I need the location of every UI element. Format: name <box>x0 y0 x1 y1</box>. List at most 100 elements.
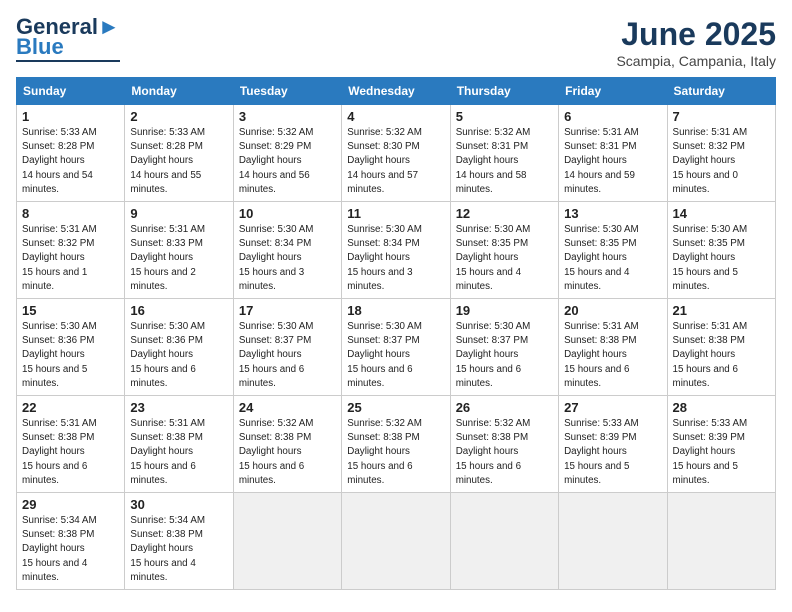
day-number: 4 <box>347 109 444 124</box>
title-block: June 2025 Scampia, Campania, Italy <box>616 16 776 69</box>
day-number: 2 <box>130 109 227 124</box>
day-number: 21 <box>673 303 770 318</box>
calendar-cell: 5 Sunrise: 5:32 AMSunset: 8:31 PMDaylight… <box>450 105 558 202</box>
calendar-header-thursday: Thursday <box>450 78 558 105</box>
calendar-cell <box>233 493 341 590</box>
day-info: Sunrise: 5:32 AMSunset: 8:38 PMDaylight … <box>347 417 444 488</box>
day-number: 29 <box>22 497 119 512</box>
logo-divider <box>16 60 120 62</box>
day-info: Sunrise: 5:30 AMSunset: 8:37 PMDaylight … <box>239 320 336 391</box>
day-info: Sunrise: 5:34 AMSunset: 8:38 PMDaylight … <box>22 514 119 585</box>
calendar-header-row: SundayMondayTuesdayWednesdayThursdayFrid… <box>17 78 776 105</box>
calendar-cell: 20 Sunrise: 5:31 AMSunset: 8:38 PMDayligh… <box>559 299 667 396</box>
calendar-cell: 12Sunrise: 5:30 AMSunset: 8:35 PMDayligh… <box>450 202 558 299</box>
calendar-cell: 19Sunrise: 5:30 AMSunset: 8:37 PMDayligh… <box>450 299 558 396</box>
calendar-cell: 6 Sunrise: 5:31 AMSunset: 8:31 PMDaylight… <box>559 105 667 202</box>
day-info: Sunrise: 5:32 AMSunset: 8:38 PMDaylight … <box>239 417 336 488</box>
day-number: 12 <box>456 206 553 221</box>
calendar-cell <box>559 493 667 590</box>
calendar-cell: 9 Sunrise: 5:31 AMSunset: 8:33 PMDaylight… <box>125 202 233 299</box>
day-info: Sunrise: 5:33 AMSunset: 8:28 PMDaylight … <box>22 126 119 197</box>
calendar-cell: 23 Sunrise: 5:31 AMSunset: 8:38 PMDayligh… <box>125 396 233 493</box>
day-info: Sunrise: 5:31 AMSunset: 8:38 PMDaylight … <box>130 417 227 488</box>
day-info: Sunrise: 5:32 AMSunset: 8:31 PMDaylight … <box>456 126 553 197</box>
calendar-week-row: 15 Sunrise: 5:30 AMSunset: 8:36 PMDayligh… <box>17 299 776 396</box>
calendar-cell: 4 Sunrise: 5:32 AMSunset: 8:30 PMDaylight… <box>342 105 450 202</box>
calendar-cell: 22 Sunrise: 5:31 AMSunset: 8:38 PMDayligh… <box>17 396 125 493</box>
calendar-cell: 18Sunrise: 5:30 AMSunset: 8:37 PMDayligh… <box>342 299 450 396</box>
calendar-week-row: 22 Sunrise: 5:31 AMSunset: 8:38 PMDayligh… <box>17 396 776 493</box>
day-info: Sunrise: 5:32 AMSunset: 8:30 PMDaylight … <box>347 126 444 197</box>
calendar-cell: 8 Sunrise: 5:31 AMSunset: 8:32 PMDaylight… <box>17 202 125 299</box>
day-number: 3 <box>239 109 336 124</box>
calendar-cell: 24 Sunrise: 5:32 AMSunset: 8:38 PMDayligh… <box>233 396 341 493</box>
day-info: Sunrise: 5:30 AMSunset: 8:36 PMDaylight … <box>130 320 227 391</box>
day-info: Sunrise: 5:30 AMSunset: 8:37 PMDaylight … <box>347 320 444 391</box>
calendar-cell: 2 Sunrise: 5:33 AMSunset: 8:28 PMDaylight… <box>125 105 233 202</box>
day-info: Sunrise: 5:31 AMSunset: 8:32 PMDaylight … <box>22 223 119 294</box>
calendar-cell: 21 Sunrise: 5:31 AMSunset: 8:38 PMDayligh… <box>667 299 775 396</box>
calendar-cell: 7 Sunrise: 5:31 AMSunset: 8:32 PMDaylight… <box>667 105 775 202</box>
calendar-header-monday: Monday <box>125 78 233 105</box>
day-number: 23 <box>130 400 227 415</box>
day-info: Sunrise: 5:31 AMSunset: 8:38 PMDaylight … <box>564 320 661 391</box>
day-info: Sunrise: 5:31 AMSunset: 8:31 PMDaylight … <box>564 126 661 197</box>
calendar-cell: 13 Sunrise: 5:30 AMSunset: 8:35 PMDayligh… <box>559 202 667 299</box>
day-info: Sunrise: 5:30 AMSunset: 8:35 PMDaylight … <box>564 223 661 294</box>
day-info: Sunrise: 5:31 AMSunset: 8:38 PMDaylight … <box>22 417 119 488</box>
day-number: 30 <box>130 497 227 512</box>
day-info: Sunrise: 5:32 AMSunset: 8:38 PMDaylight … <box>456 417 553 488</box>
day-number: 26 <box>456 400 553 415</box>
location-title: Scampia, Campania, Italy <box>616 53 776 69</box>
day-number: 6 <box>564 109 661 124</box>
day-number: 13 <box>564 206 661 221</box>
day-number: 9 <box>130 206 227 221</box>
day-number: 28 <box>673 400 770 415</box>
calendar-cell: 14Sunrise: 5:30 AMSunset: 8:35 PMDayligh… <box>667 202 775 299</box>
day-number: 27 <box>564 400 661 415</box>
day-info: Sunrise: 5:31 AMSunset: 8:38 PMDaylight … <box>673 320 770 391</box>
day-number: 7 <box>673 109 770 124</box>
calendar-body: 1Sunrise: 5:33 AMSunset: 8:28 PMDaylight… <box>17 105 776 590</box>
calendar-header-sunday: Sunday <box>17 78 125 105</box>
calendar-cell: 30 Sunrise: 5:34 AMSunset: 8:38 PMDayligh… <box>125 493 233 590</box>
calendar-cell: 15 Sunrise: 5:30 AMSunset: 8:36 PMDayligh… <box>17 299 125 396</box>
day-info: Sunrise: 5:33 AMSunset: 8:39 PMDaylight … <box>564 417 661 488</box>
logo-text2: Blue <box>16 36 64 58</box>
calendar-week-row: 29 Sunrise: 5:34 AMSunset: 8:38 PMDayligh… <box>17 493 776 590</box>
day-number: 14 <box>673 206 770 221</box>
day-info: Sunrise: 5:31 AMSunset: 8:32 PMDaylight … <box>673 126 770 197</box>
calendar-cell <box>342 493 450 590</box>
calendar-cell: 3 Sunrise: 5:32 AMSunset: 8:29 PMDaylight… <box>233 105 341 202</box>
day-info: Sunrise: 5:30 AMSunset: 8:34 PMDaylight … <box>239 223 336 294</box>
calendar-cell: 29 Sunrise: 5:34 AMSunset: 8:38 PMDayligh… <box>17 493 125 590</box>
day-info: Sunrise: 5:34 AMSunset: 8:38 PMDaylight … <box>130 514 227 585</box>
calendar-cell: 11Sunrise: 5:30 AMSunset: 8:34 PMDayligh… <box>342 202 450 299</box>
calendar-header-tuesday: Tuesday <box>233 78 341 105</box>
day-number: 5 <box>456 109 553 124</box>
day-number: 19 <box>456 303 553 318</box>
day-info: Sunrise: 5:31 AMSunset: 8:33 PMDaylight … <box>130 223 227 294</box>
day-info: Sunrise: 5:30 AMSunset: 8:36 PMDaylight … <box>22 320 119 391</box>
day-number: 25 <box>347 400 444 415</box>
day-info: Sunrise: 5:33 AMSunset: 8:28 PMDaylight … <box>130 126 227 197</box>
day-number: 10 <box>239 206 336 221</box>
day-number: 20 <box>564 303 661 318</box>
calendar-cell: 25 Sunrise: 5:32 AMSunset: 8:38 PMDayligh… <box>342 396 450 493</box>
calendar-cell: 10 Sunrise: 5:30 AMSunset: 8:34 PMDayligh… <box>233 202 341 299</box>
day-number: 24 <box>239 400 336 415</box>
day-number: 11 <box>347 206 444 221</box>
day-number: 8 <box>22 206 119 221</box>
day-number: 17 <box>239 303 336 318</box>
logo: General► Blue <box>16 16 120 62</box>
day-number: 22 <box>22 400 119 415</box>
calendar-cell: 28Sunrise: 5:33 AMSunset: 8:39 PMDayligh… <box>667 396 775 493</box>
day-number: 16 <box>130 303 227 318</box>
calendar-cell: 1Sunrise: 5:33 AMSunset: 8:28 PMDaylight… <box>17 105 125 202</box>
day-info: Sunrise: 5:32 AMSunset: 8:29 PMDaylight … <box>239 126 336 197</box>
calendar-week-row: 8 Sunrise: 5:31 AMSunset: 8:32 PMDaylight… <box>17 202 776 299</box>
calendar-cell: 17 Sunrise: 5:30 AMSunset: 8:37 PMDayligh… <box>233 299 341 396</box>
calendar-cell <box>667 493 775 590</box>
calendar-header-saturday: Saturday <box>667 78 775 105</box>
day-number: 15 <box>22 303 119 318</box>
